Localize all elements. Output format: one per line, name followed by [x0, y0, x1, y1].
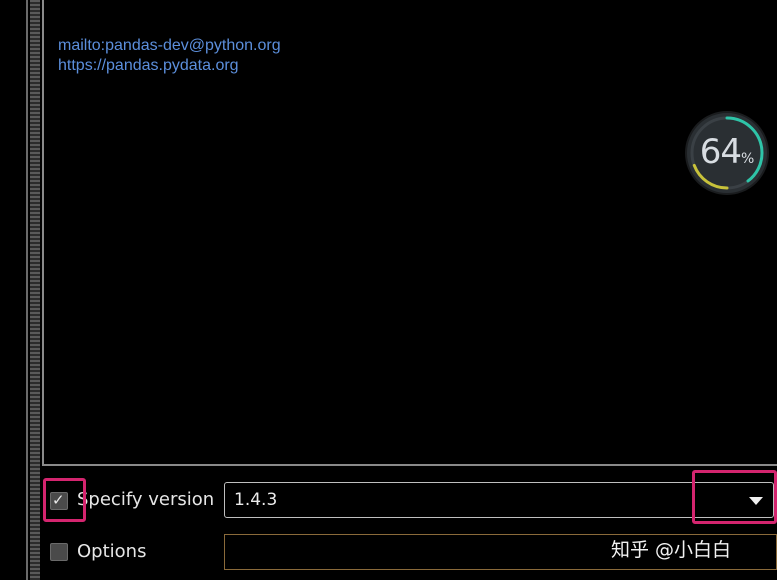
gauge-value-text: 64%	[684, 132, 770, 172]
progress-gauge[interactable]: 64%	[684, 110, 770, 196]
options-label: Options	[77, 541, 147, 562]
mailto-link[interactable]: mailto:pandas-dev@python.org	[58, 36, 281, 56]
description-links: mailto:pandas-dev@python.org https://pan…	[58, 36, 281, 76]
install-options: ✓ Specify version 1.4.3 Options	[42, 466, 777, 580]
selected-version: 1.4.3	[234, 490, 278, 510]
gauge-unit: %	[740, 151, 755, 167]
specify-version-label: Specify version	[77, 489, 215, 510]
checkbox-highlight-box	[43, 478, 86, 522]
package-description-panel: mailto:pandas-dev@python.org https://pan…	[42, 0, 777, 466]
left-panel-edge	[0, 0, 28, 580]
left-panel-border	[26, 0, 28, 580]
options-checkbox[interactable]	[50, 543, 68, 561]
homepage-link[interactable]: https://pandas.pydata.org	[58, 56, 281, 76]
watermark: 知乎 @小白白	[611, 539, 732, 561]
panel-splitter[interactable]	[30, 0, 40, 580]
gauge-value: 64	[699, 132, 742, 172]
dropdown-highlight-box	[692, 470, 777, 524]
